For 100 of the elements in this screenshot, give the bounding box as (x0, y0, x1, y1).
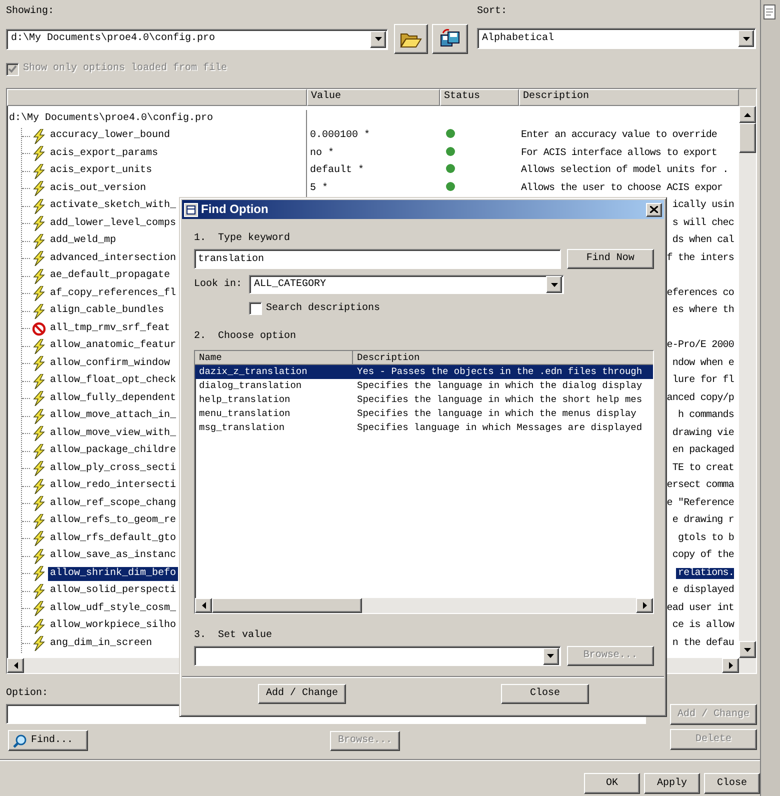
column-header[interactable]: Value (307, 89, 440, 106)
scroll-thumb[interactable] (739, 123, 756, 153)
find-now-button[interactable]: Find Now (566, 249, 654, 269)
column-header[interactable]: Description (519, 89, 739, 106)
option-name[interactable]: allow_confirm_window (48, 356, 172, 371)
horizontal-scrollbar[interactable] (195, 598, 653, 613)
option-name[interactable]: allow_ref_scope_chang (48, 496, 178, 511)
description-cell-text: e drawing r (671, 515, 734, 526)
open-file-button[interactable] (394, 24, 428, 54)
description-cell-text: gtols to b (676, 532, 734, 544)
option-description: Yes - Passes the objects in the .edn files through (356, 365, 644, 379)
option-name[interactable]: af_copy_references_fl (48, 286, 178, 301)
option-name[interactable]: add_lower_level_comps (48, 216, 178, 231)
scroll-arrow-button[interactable] (7, 658, 24, 673)
option-name[interactable]: align_cable_bundles (48, 304, 166, 318)
checkbox[interactable] (249, 302, 262, 315)
description-cell-text: e "Reference (666, 498, 734, 509)
scroll-thumb[interactable] (212, 598, 362, 613)
option-name[interactable]: allow_udf_style_cosm_ (48, 602, 178, 616)
keyword-input-field[interactable]: translation (194, 249, 561, 269)
option-description: Specifies the language in which the menus display (356, 407, 638, 421)
lightning-icon (32, 496, 46, 512)
option-row[interactable]: dazix_z_translation Yes - Passes the objects in the .edn files through (195, 365, 653, 379)
lightning-icon (32, 234, 46, 249)
option-name[interactable]: allow_solid_perspecti (48, 584, 178, 598)
option-name[interactable]: all_tmp_rmv_srf_feat (48, 322, 172, 336)
description-cell-text: drawing vie (671, 428, 734, 439)
option-name[interactable]: accuracy_lower_bound (48, 129, 172, 144)
description-cell-text: ically usin (671, 200, 734, 212)
checkbox-label: Search descriptions (266, 302, 380, 314)
lightning-icon (32, 374, 46, 389)
option-name[interactable]: allow_shrink_dim_befo (48, 566, 178, 581)
option-row[interactable]: dialog_translation Specifies the language in which the dialog display (195, 379, 653, 393)
option-name[interactable]: allow_move_view_with_ (48, 426, 178, 441)
option-name: help_translation (198, 393, 292, 407)
option-name[interactable]: allow_refs_to_geom_re (48, 514, 178, 528)
option-row[interactable]: help_translation Specifies the language in which the short help mes (195, 393, 653, 407)
lightning-icon (32, 251, 46, 266)
find-button[interactable]: Find... (8, 730, 88, 751)
column-header[interactable]: Description (353, 351, 653, 364)
description-cell-text: anced copy/p (666, 392, 734, 404)
option-name[interactable]: ae_default_propagate (48, 269, 172, 284)
option-name[interactable]: allow_anatomic_featur (48, 339, 178, 354)
option-name[interactable]: allow_workpiece_silho (48, 619, 178, 634)
option-name[interactable]: advanced_intersection (48, 252, 178, 266)
column-header[interactable]: Status (440, 89, 519, 106)
tree-root[interactable]: d:\My Documents\proe4.0\config.pro (7, 112, 216, 126)
caret-down-icon (742, 36, 750, 40)
description-cell: relations. (676, 568, 734, 579)
description-cell-text: ndow when e (671, 358, 734, 369)
footer-button[interactable]: Close (704, 773, 760, 794)
dialog-button[interactable]: Add / Change (258, 684, 346, 704)
option-name[interactable]: allow_float_opt_check (48, 374, 178, 388)
option-name[interactable]: ang_dim_in_screen (48, 636, 154, 651)
option-name[interactable]: acis_export_params (48, 146, 160, 161)
scroll-arrow-button[interactable] (636, 598, 653, 613)
footer-button[interactable]: Apply (644, 773, 700, 794)
option-name[interactable]: allow_ply_cross_secti (48, 462, 178, 476)
sort-dropdown[interactable]: Alphabetical (477, 28, 756, 49)
description-cell-text: For ACIS interface allows to export (520, 148, 718, 159)
prohibited-icon (32, 322, 46, 336)
dialog-button[interactable]: Close (501, 684, 589, 704)
scroll-arrow-button[interactable] (739, 641, 756, 658)
option-name[interactable]: add_weld_mp (48, 234, 118, 248)
description-cell-text: Allows the user to choose ACIS expor (520, 182, 723, 194)
option-name[interactable]: activate_sketch_with_ (48, 199, 178, 214)
description-cell-text: lure for fl (671, 375, 734, 386)
lightning-icon (32, 618, 46, 634)
description-cell-text: Allows selection of model units for . (520, 165, 728, 176)
step-label: 3. Set value (194, 630, 272, 643)
option-name[interactable]: allow_package_childre (48, 444, 178, 458)
option-name[interactable]: acis_export_units (48, 164, 154, 178)
lightning-icon (32, 198, 46, 214)
column-header[interactable] (7, 89, 307, 106)
file-dropdown[interactable]: d:\My Documents\proe4.0\config.pro (6, 28, 388, 50)
scroll-arrow-button[interactable] (195, 598, 212, 613)
description-cell-text: h commands (676, 410, 734, 422)
option-name[interactable]: allow_rfs_default_gto (48, 532, 178, 546)
option-row[interactable]: msg_translation Specifies language in which Messages are displayed (195, 421, 653, 435)
category-dropdown[interactable]: ALL_CATEGORY (249, 275, 564, 294)
option-name: dialog_translation (198, 379, 303, 393)
option-name[interactable]: allow_save_as_instanc (48, 549, 178, 564)
option-row[interactable]: menu_translation Specifies the language in which the menus display (195, 407, 653, 421)
document-icon (763, 4, 777, 20)
vertical-scrollbar[interactable] (739, 106, 756, 658)
scroll-arrow-button[interactable] (739, 106, 756, 123)
save-file-button[interactable] (432, 24, 468, 54)
lightning-icon (32, 304, 46, 319)
value-cell-text: 5 * (309, 182, 328, 194)
lightning-icon (32, 566, 46, 582)
footer-button[interactable]: OK (584, 773, 640, 794)
option-name[interactable]: allow_move_attach_in_ (48, 409, 178, 424)
option-name[interactable]: acis_out_version (48, 182, 148, 196)
value-dropdown[interactable] (194, 646, 561, 666)
close-button[interactable] (646, 202, 662, 216)
scroll-arrow-button[interactable] (722, 658, 739, 673)
lightning-icon (32, 426, 46, 442)
option-name[interactable]: allow_fully_dependent (48, 392, 178, 406)
description-cell-text: ce is allow (671, 620, 734, 632)
option-name[interactable]: allow_redo_intersecti (48, 479, 178, 494)
